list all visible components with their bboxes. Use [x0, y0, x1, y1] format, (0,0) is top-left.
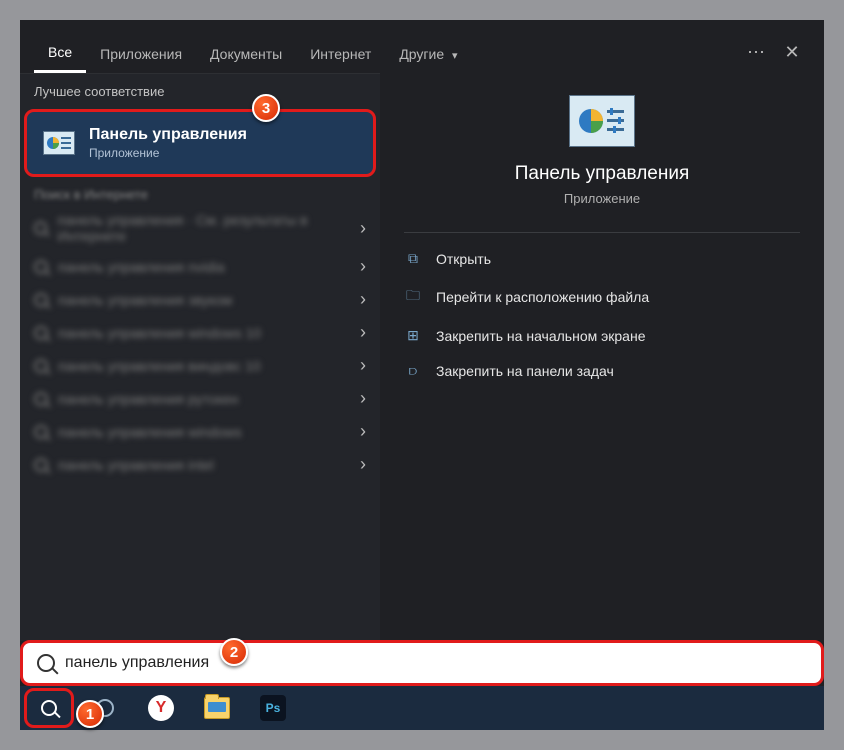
tab-documents[interactable]: Документы [196, 40, 296, 72]
web-result-item[interactable]: панель управления intel › [20, 448, 380, 481]
tab-apps[interactable]: Приложения [86, 40, 196, 72]
web-results-header: Поиск в Интернете [20, 177, 380, 206]
web-result-item[interactable]: панель управления · См. результаты в Инт… [20, 206, 380, 250]
taskbar-yandex-browser[interactable]: Y [136, 688, 186, 728]
results-column: Лучшее соответствие Панель уп [20, 73, 380, 641]
web-result-item[interactable]: панель управления nvidia › [20, 250, 380, 283]
chevron-right-icon: › [360, 218, 366, 239]
yandex-icon: Y [148, 695, 174, 721]
preview-subtitle: Приложение [380, 191, 824, 206]
action-open[interactable]: ⧉ Открыть [380, 241, 824, 276]
chevron-down-icon: ▾ [452, 50, 458, 62]
taskbar-file-explorer[interactable] [192, 688, 242, 728]
tab-internet[interactable]: Интернет [296, 40, 385, 72]
divider [404, 232, 800, 233]
web-result-item[interactable]: панель управления звуком › [20, 283, 380, 316]
search-icon [34, 359, 48, 373]
more-options-icon[interactable]: ⋯ [738, 42, 774, 69]
taskbar-photoshop[interactable]: Ps [248, 688, 298, 728]
annotation-badge-3: 3 [252, 94, 280, 122]
search-icon [34, 425, 48, 439]
search-icon [37, 654, 55, 672]
action-pin-taskbar[interactable]: ⫐ Закрепить на панели задач [380, 353, 824, 388]
search-icon [34, 458, 48, 472]
search-scope-tabs: Все Приложения Документы Интернет Другие… [20, 20, 824, 73]
search-icon [34, 326, 48, 340]
pin-icon: ⊞ [404, 327, 422, 344]
search-icon [41, 700, 57, 716]
best-match-result[interactable]: Панель управления Приложение [24, 109, 376, 177]
best-match-text: Панель управления Приложение [89, 126, 247, 160]
search-icon [34, 392, 48, 406]
chevron-right-icon: › [360, 388, 366, 409]
control-panel-icon [43, 131, 75, 155]
preview-title: Панель управления [380, 163, 824, 185]
action-pin-start[interactable]: ⊞ Закрепить на начальном экране [380, 318, 824, 353]
best-match-header: Лучшее соответствие [20, 74, 380, 109]
search-icon [34, 293, 48, 307]
web-result-item[interactable]: панель управления рутокен › [20, 382, 380, 415]
taskbar: Y Ps [20, 686, 824, 730]
search-icon [34, 221, 47, 235]
open-icon: ⧉ [404, 250, 422, 267]
search-panel: Все Приложения Документы Интернет Другие… [20, 20, 824, 640]
web-result-item[interactable]: панель управления windows 10 › [20, 316, 380, 349]
search-bar[interactable] [20, 640, 824, 686]
chevron-right-icon: › [360, 256, 366, 277]
web-result-item[interactable]: панель управления виндовс 10 › [20, 349, 380, 382]
chevron-right-icon: › [360, 355, 366, 376]
close-icon[interactable]: ✕ [774, 42, 810, 69]
annotation-badge-1: 1 [76, 700, 104, 728]
best-match-subtitle: Приложение [89, 146, 247, 160]
search-input[interactable] [65, 654, 807, 672]
web-result-item[interactable]: панель управления windows › [20, 415, 380, 448]
search-icon [34, 260, 48, 274]
folder-icon: 🗀 [404, 285, 422, 309]
control-panel-icon [569, 95, 635, 147]
chevron-right-icon: › [360, 454, 366, 475]
chevron-right-icon: › [360, 289, 366, 310]
preview-pane: Панель управления Приложение ⧉ Открыть 🗀… [380, 73, 824, 641]
photoshop-icon: Ps [260, 695, 286, 721]
chevron-right-icon: › [360, 421, 366, 442]
pin-icon: ⫐ [404, 362, 422, 379]
windows-search-flyout: Все Приложения Документы Интернет Другие… [20, 20, 824, 730]
best-match-title: Панель управления [89, 126, 247, 144]
action-goto-file-location[interactable]: 🗀 Перейти к расположению файла [380, 276, 824, 318]
tab-all[interactable]: Все [34, 38, 86, 73]
tab-more-label: Другие [399, 46, 444, 62]
taskbar-search-button[interactable] [24, 688, 74, 728]
tab-more[interactable]: Другие ▾ [385, 40, 471, 72]
search-body: Лучшее соответствие Панель уп [20, 73, 824, 641]
explorer-icon [204, 697, 230, 719]
chevron-right-icon: › [360, 322, 366, 343]
annotation-badge-2: 2 [220, 638, 248, 666]
